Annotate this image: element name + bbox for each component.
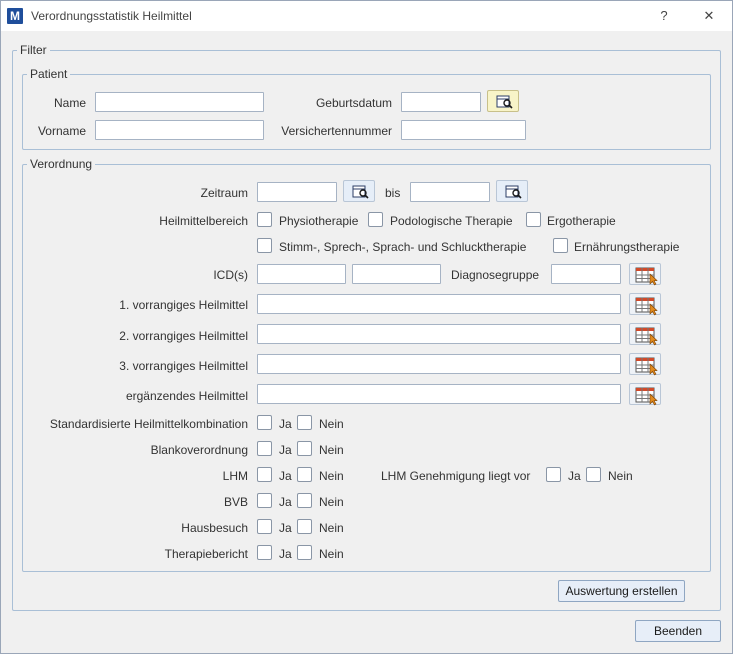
hausbesuch-nein-checkbox[interactable] — [297, 519, 312, 534]
geburtsdatum-label: Geburtsdatum — [315, 96, 392, 110]
heilmittel-2-lookup-button[interactable] — [629, 323, 661, 346]
hausbesuch-ja-checkbox[interactable] — [257, 519, 272, 534]
calendar-search-icon — [505, 185, 522, 199]
lhm-genehmigung-ja-label: Ja — [568, 469, 581, 483]
heilmittel-3-input[interactable] — [257, 354, 621, 374]
app-icon: M — [7, 8, 23, 24]
diagnosegruppe-lookup-button[interactable] — [629, 263, 661, 286]
blankoverordnung-ja-checkbox[interactable] — [257, 441, 272, 456]
heilmittel-3-lookup-button[interactable] — [629, 353, 661, 376]
geburtsdatum-calendar-button[interactable] — [487, 90, 519, 112]
zeitraum-to-input[interactable] — [410, 182, 490, 202]
beenden-button[interactable]: Beenden — [635, 620, 721, 642]
lhm-nein-label: Nein — [319, 469, 344, 483]
physiotherapie-checkbox[interactable] — [257, 212, 272, 227]
zeitraum-from-calendar-button[interactable] — [343, 180, 375, 202]
bvb-ja-checkbox[interactable] — [257, 493, 272, 508]
heilmittelbereich-label: Heilmittelbereich — [159, 214, 248, 228]
table-lookup-icon — [635, 387, 658, 406]
calendar-search-icon — [496, 95, 513, 109]
heilmittel-1-label: 1. vorrangiges Heilmittel — [119, 298, 248, 312]
close-button[interactable]: ✕ — [698, 6, 720, 26]
table-lookup-icon — [635, 357, 658, 376]
therapiebericht-nein-checkbox[interactable] — [297, 545, 312, 560]
blankoverordnung-nein-label: Nein — [319, 443, 344, 457]
table-lookup-icon — [635, 297, 658, 316]
hausbesuch-label: Hausbesuch — [181, 521, 248, 535]
heilmittel-2-input[interactable] — [257, 324, 621, 344]
standardisierte-heilmittelkombination-label: Standardisierte Heilmittelkombination — [49, 417, 248, 431]
diagnosegruppe-label: Diagnosegruppe — [451, 268, 540, 282]
podologische-therapie-checkbox[interactable] — [368, 212, 383, 227]
hausbesuch-nein-label: Nein — [319, 521, 344, 535]
zeitraum-to-calendar-button[interactable] — [496, 180, 528, 202]
bis-label: bis — [385, 186, 401, 200]
lhm-label: LHM — [222, 469, 248, 483]
icd-label: ICD(s) — [213, 268, 248, 282]
blankoverordnung-nein-checkbox[interactable] — [297, 441, 312, 456]
stimm-sprech-checkbox[interactable] — [257, 238, 272, 253]
therapiebericht-ja-label: Ja — [279, 547, 292, 561]
ergaenzendes-heilmittel-input[interactable] — [257, 384, 621, 404]
help-button[interactable]: ? — [653, 6, 675, 26]
physiotherapie-label: Physiotherapie — [279, 214, 359, 228]
blankoverordnung-label: Blankoverordnung — [150, 443, 248, 457]
versichertennummer-label: Versichertennummer — [281, 124, 392, 138]
lhm-ja-label: Ja — [279, 469, 292, 483]
bvb-nein-checkbox[interactable] — [297, 493, 312, 508]
lhm-genehmigung-nein-checkbox[interactable] — [586, 467, 601, 482]
geburtsdatum-input[interactable] — [401, 92, 481, 112]
ergaenzendes-heilmittel-lookup-button[interactable] — [629, 383, 661, 406]
verordnung-legend: Verordnung — [30, 157, 93, 171]
blankoverordnung-ja-label: Ja — [279, 443, 292, 457]
standardisierte-nein-checkbox[interactable] — [297, 415, 312, 430]
podologische-therapie-label: Podologische Therapie — [390, 214, 513, 228]
lhm-ja-checkbox[interactable] — [257, 467, 272, 482]
icd2-input[interactable] — [352, 264, 441, 284]
standardisierte-nein-label: Nein — [319, 417, 344, 431]
lhm-genehmigung-label: LHM Genehmigung liegt vor — [381, 469, 531, 483]
zeitraum-label: Zeitraum — [200, 186, 248, 200]
vorname-label: Vorname — [37, 124, 86, 138]
ergotherapie-checkbox[interactable] — [526, 212, 541, 227]
lhm-genehmigung-ja-checkbox[interactable] — [546, 467, 561, 482]
ernaehrungstherapie-checkbox[interactable] — [553, 238, 568, 253]
ergotherapie-label: Ergotherapie — [547, 214, 616, 228]
filter-legend: Filter — [20, 43, 47, 57]
ernaehrungstherapie-label: Ernährungstherapie — [574, 240, 680, 254]
zeitraum-from-input[interactable] — [257, 182, 337, 202]
heilmittel-2-label: 2. vorrangiges Heilmittel — [119, 329, 248, 343]
vorname-input[interactable] — [95, 120, 264, 140]
ergaenzendes-heilmittel-label: ergänzendes Heilmittel — [125, 389, 248, 403]
stimm-sprech-label: Stimm-, Sprech-, Sprach- und Schluckther… — [279, 240, 527, 254]
standardisierte-ja-label: Ja — [279, 417, 292, 431]
patient-legend: Patient — [30, 67, 68, 81]
bvb-label: BVB — [223, 495, 248, 509]
calendar-search-icon — [352, 185, 369, 199]
heilmittel-1-input[interactable] — [257, 294, 621, 314]
table-lookup-icon — [635, 327, 658, 346]
icd1-input[interactable] — [257, 264, 346, 284]
therapiebericht-nein-label: Nein — [319, 547, 344, 561]
hausbesuch-ja-label: Ja — [279, 521, 292, 535]
therapiebericht-label: Therapiebericht — [164, 547, 248, 561]
bvb-ja-label: Ja — [279, 495, 292, 509]
title-bar: M Verordnungsstatistik Heilmittel ? ✕ — [1, 1, 732, 31]
lhm-nein-checkbox[interactable] — [297, 467, 312, 482]
heilmittel-1-lookup-button[interactable] — [629, 293, 661, 316]
auswertung-erstellen-button[interactable]: Auswertung erstellen — [558, 580, 685, 602]
versichertennummer-input[interactable] — [401, 120, 526, 140]
bvb-nein-label: Nein — [319, 495, 344, 509]
heilmittel-3-label: 3. vorrangiges Heilmittel — [119, 359, 248, 373]
lhm-genehmigung-nein-label: Nein — [608, 469, 633, 483]
table-lookup-icon — [635, 267, 658, 286]
window-title: Verordnungsstatistik Heilmittel — [31, 9, 192, 23]
diagnosegruppe-input[interactable] — [551, 264, 621, 284]
therapiebericht-ja-checkbox[interactable] — [257, 545, 272, 560]
standardisierte-ja-checkbox[interactable] — [257, 415, 272, 430]
name-label: Name — [53, 96, 86, 110]
name-input[interactable] — [95, 92, 264, 112]
